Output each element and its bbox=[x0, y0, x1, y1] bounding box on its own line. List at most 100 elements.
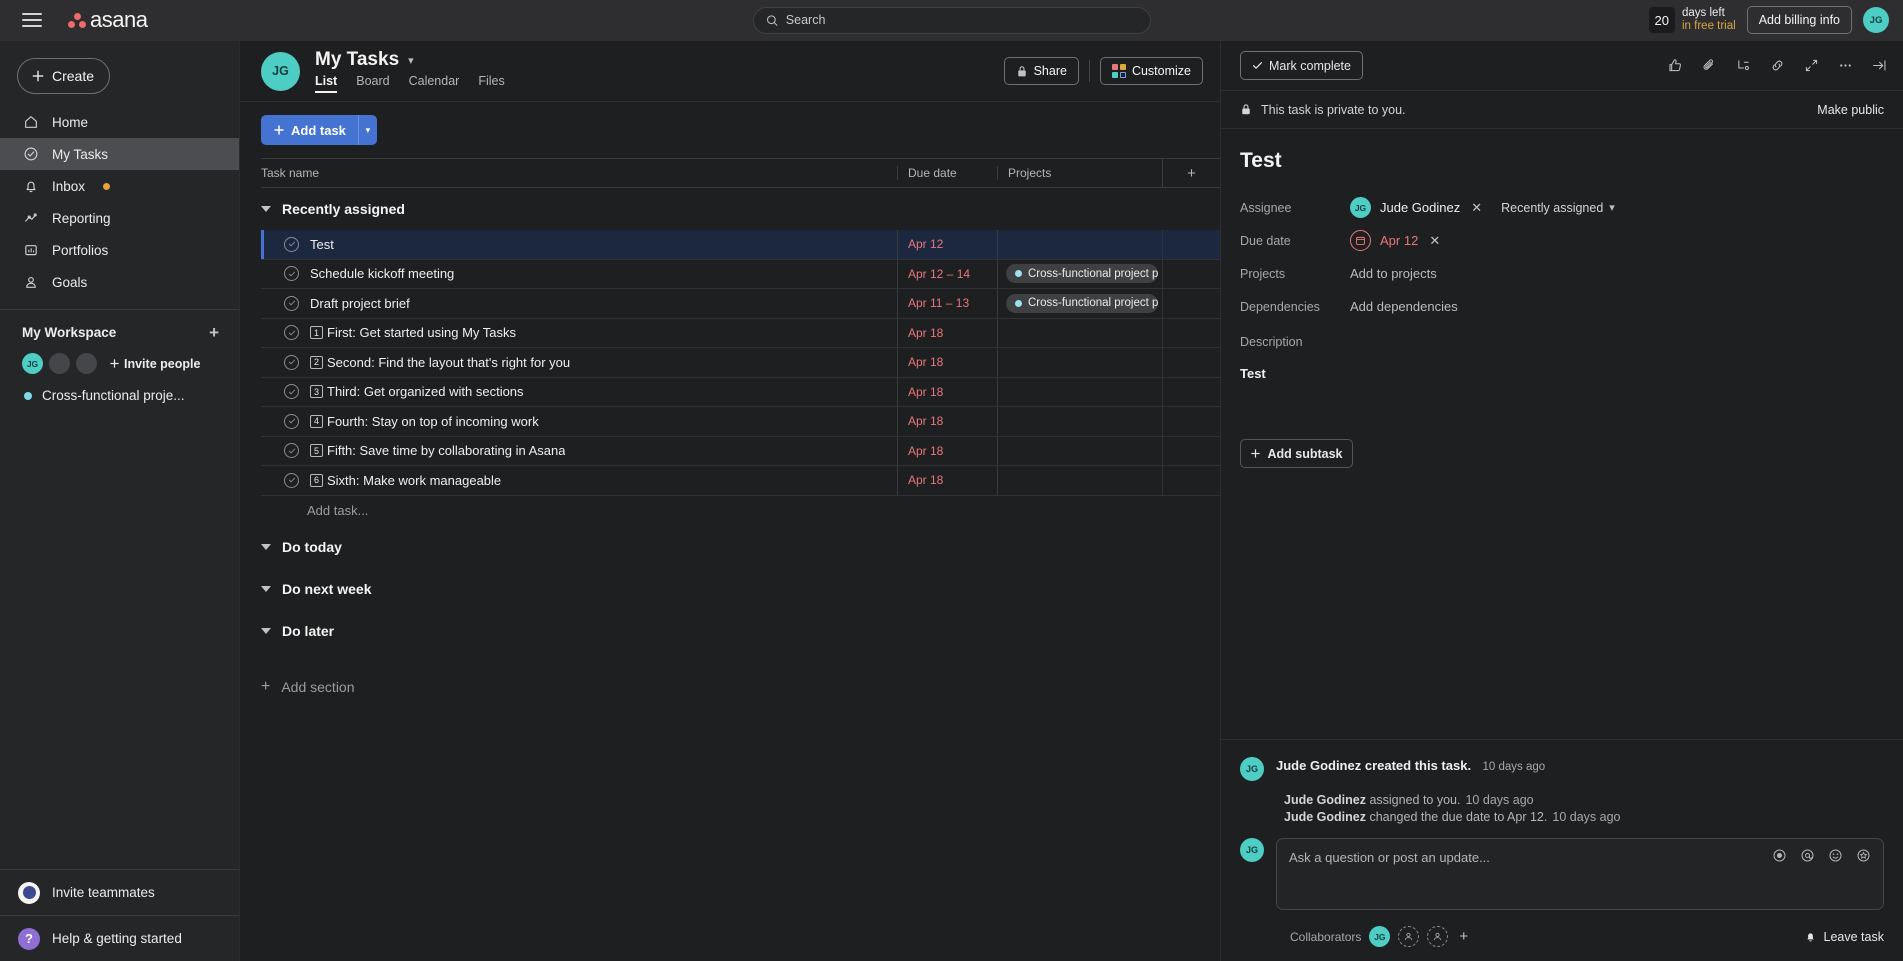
task-complete-checkbox[interactable] bbox=[284, 354, 299, 370]
task-due-date-cell[interactable]: Apr 18 bbox=[897, 377, 997, 406]
assignee-avatar[interactable]: JG bbox=[1350, 197, 1371, 218]
leave-task-button[interactable]: Leave task bbox=[1804, 930, 1884, 944]
task-complete-checkbox[interactable] bbox=[284, 413, 299, 429]
task-name-cell[interactable]: Test bbox=[261, 236, 897, 252]
task-due-date-cell[interactable]: Apr 11 – 13 bbox=[897, 289, 997, 318]
collapse-section-icon[interactable] bbox=[261, 627, 271, 634]
sidebar-project-cross-functional[interactable]: Cross-functional proje... bbox=[0, 374, 239, 403]
task-name-cell[interactable]: 5 Fifth: Save time by collaborating in As… bbox=[261, 443, 897, 459]
table-row[interactable]: 3 Third: Get organized with sections Apr 1… bbox=[261, 377, 1220, 407]
task-name-cell[interactable]: Schedule kickoff meeting bbox=[261, 266, 897, 282]
add-to-projects-button[interactable]: Add to projects bbox=[1350, 266, 1437, 281]
share-button[interactable]: Share bbox=[1003, 57, 1079, 85]
sidebar-item-portfolios[interactable]: Portfolios bbox=[0, 234, 239, 266]
help-getting-started-button[interactable]: ? Help & getting started bbox=[0, 915, 239, 961]
add-billing-info-button[interactable]: Add billing info bbox=[1746, 6, 1852, 34]
avatar[interactable]: JG bbox=[22, 353, 43, 374]
task-projects-cell[interactable]: Cross-functional project pl... bbox=[997, 259, 1162, 288]
add-collaborator-icon[interactable]: + bbox=[1459, 928, 1468, 945]
task-name-cell[interactable]: 1 First: Get started using My Tasks bbox=[261, 325, 897, 341]
make-public-button[interactable]: Make public bbox=[1817, 103, 1884, 117]
add-workspace-icon[interactable]: + bbox=[209, 324, 219, 341]
record-icon[interactable] bbox=[1772, 848, 1787, 863]
collaborator-avatar[interactable]: JG bbox=[1369, 926, 1391, 947]
task-complete-checkbox[interactable] bbox=[284, 443, 299, 459]
create-button[interactable]: Create bbox=[17, 58, 110, 94]
sidebar-item-inbox[interactable]: Inbox bbox=[0, 170, 239, 202]
section-header[interactable]: Do later bbox=[261, 610, 1220, 652]
task-complete-checkbox[interactable] bbox=[284, 266, 299, 282]
task-projects-cell[interactable] bbox=[997, 230, 1162, 259]
task-complete-checkbox[interactable] bbox=[284, 384, 299, 400]
asana-logo[interactable]: asana bbox=[68, 7, 148, 33]
sidebar-item-reporting[interactable]: Reporting bbox=[0, 202, 239, 234]
tab-files[interactable]: Files bbox=[478, 74, 504, 93]
add-dependencies-button[interactable]: Add dependencies bbox=[1350, 299, 1458, 314]
invite-teammates-button[interactable]: Invite teammates bbox=[0, 869, 239, 915]
section-header[interactable]: Recently assigned bbox=[261, 188, 1220, 230]
more-options-icon[interactable] bbox=[1837, 57, 1854, 74]
add-section-button[interactable]: + Add section bbox=[261, 666, 1220, 708]
add-task-button[interactable]: Add task bbox=[261, 115, 358, 145]
fullscreen-icon[interactable] bbox=[1803, 57, 1820, 74]
add-task-inline-button[interactable]: Add task... bbox=[261, 496, 1220, 526]
tab-list[interactable]: List bbox=[315, 74, 338, 93]
invite-people-button[interactable]: Invite people bbox=[109, 357, 200, 371]
collaborator-placeholder-icon[interactable] bbox=[1427, 926, 1449, 947]
attachment-icon[interactable] bbox=[1701, 57, 1718, 74]
table-row[interactable]: 1 First: Get started using My Tasks Apr 18 bbox=[261, 318, 1220, 348]
collapse-section-icon[interactable] bbox=[261, 543, 271, 550]
add-subtask-icon[interactable] bbox=[1735, 57, 1752, 74]
task-due-date-cell[interactable]: Apr 12 bbox=[897, 230, 997, 259]
sidebar-item-goals[interactable]: Goals bbox=[0, 266, 239, 298]
add-subtask-button[interactable]: Add subtask bbox=[1240, 439, 1353, 468]
description-value[interactable]: Test bbox=[1240, 366, 1884, 381]
task-complete-checkbox[interactable] bbox=[284, 325, 299, 341]
sidebar-item-home[interactable]: Home bbox=[0, 106, 239, 138]
close-pane-icon[interactable] bbox=[1871, 57, 1888, 74]
task-due-date-cell[interactable]: Apr 18 bbox=[897, 436, 997, 465]
task-projects-cell[interactable] bbox=[997, 436, 1162, 465]
task-complete-checkbox[interactable] bbox=[284, 236, 299, 252]
table-row[interactable]: 5 Fifth: Save time by collaborating in As… bbox=[261, 436, 1220, 466]
task-projects-cell[interactable] bbox=[997, 407, 1162, 436]
project-pill[interactable]: Cross-functional project pl... bbox=[1006, 293, 1158, 313]
search-input[interactable] bbox=[785, 13, 1138, 27]
due-date-value[interactable]: Apr 12 bbox=[1380, 233, 1418, 248]
table-row[interactable]: Test Apr 12 bbox=[261, 230, 1220, 260]
section-header[interactable]: Do today bbox=[261, 526, 1220, 568]
task-name-cell[interactable]: 2 Second: Find the layout that's right fo… bbox=[261, 354, 897, 370]
tab-board[interactable]: Board bbox=[356, 74, 389, 93]
add-task-dropdown-icon[interactable]: ▾ bbox=[357, 115, 377, 145]
clear-due-date-icon[interactable]: ✕ bbox=[1427, 233, 1442, 249]
add-column-button[interactable]: + bbox=[1162, 159, 1220, 187]
task-complete-checkbox[interactable] bbox=[284, 472, 299, 488]
task-projects-cell[interactable] bbox=[997, 466, 1162, 495]
customize-button[interactable]: Customize bbox=[1099, 57, 1203, 85]
task-projects-cell[interactable] bbox=[997, 348, 1162, 377]
task-due-date-cell[interactable]: Apr 18 bbox=[897, 318, 997, 347]
calendar-icon[interactable] bbox=[1350, 230, 1371, 251]
task-name-cell[interactable]: Draft project brief bbox=[261, 295, 897, 311]
hamburger-icon[interactable] bbox=[22, 13, 42, 27]
column-header-due-date[interactable]: Due date bbox=[897, 166, 997, 180]
search-bar[interactable] bbox=[752, 6, 1151, 34]
assignee-name[interactable]: Jude Godinez bbox=[1380, 200, 1460, 215]
table-row[interactable]: 6 Sixth: Make work manageable Apr 18 bbox=[261, 466, 1220, 496]
mark-complete-button[interactable]: Mark complete bbox=[1240, 51, 1363, 80]
task-complete-checkbox[interactable] bbox=[284, 295, 299, 311]
table-row[interactable]: 4 Fourth: Stay on top of incoming work Apr… bbox=[261, 407, 1220, 437]
mention-icon[interactable] bbox=[1800, 848, 1815, 863]
copy-link-icon[interactable] bbox=[1769, 57, 1786, 74]
sticker-icon[interactable] bbox=[1856, 848, 1871, 863]
task-due-date-cell[interactable]: Apr 18 bbox=[897, 407, 997, 436]
assignee-section-dropdown[interactable]: Recently assigned ▾ bbox=[1501, 201, 1615, 215]
sidebar-item-my-tasks[interactable]: My Tasks bbox=[0, 138, 239, 170]
task-due-date-cell[interactable]: Apr 18 bbox=[897, 348, 997, 377]
column-header-task-name[interactable]: Task name bbox=[261, 166, 897, 180]
section-header[interactable]: Do next week bbox=[261, 568, 1220, 610]
task-projects-cell[interactable] bbox=[997, 377, 1162, 406]
column-header-projects[interactable]: Projects bbox=[997, 166, 1162, 180]
like-icon[interactable] bbox=[1667, 57, 1684, 74]
collapse-section-icon[interactable] bbox=[261, 206, 271, 212]
